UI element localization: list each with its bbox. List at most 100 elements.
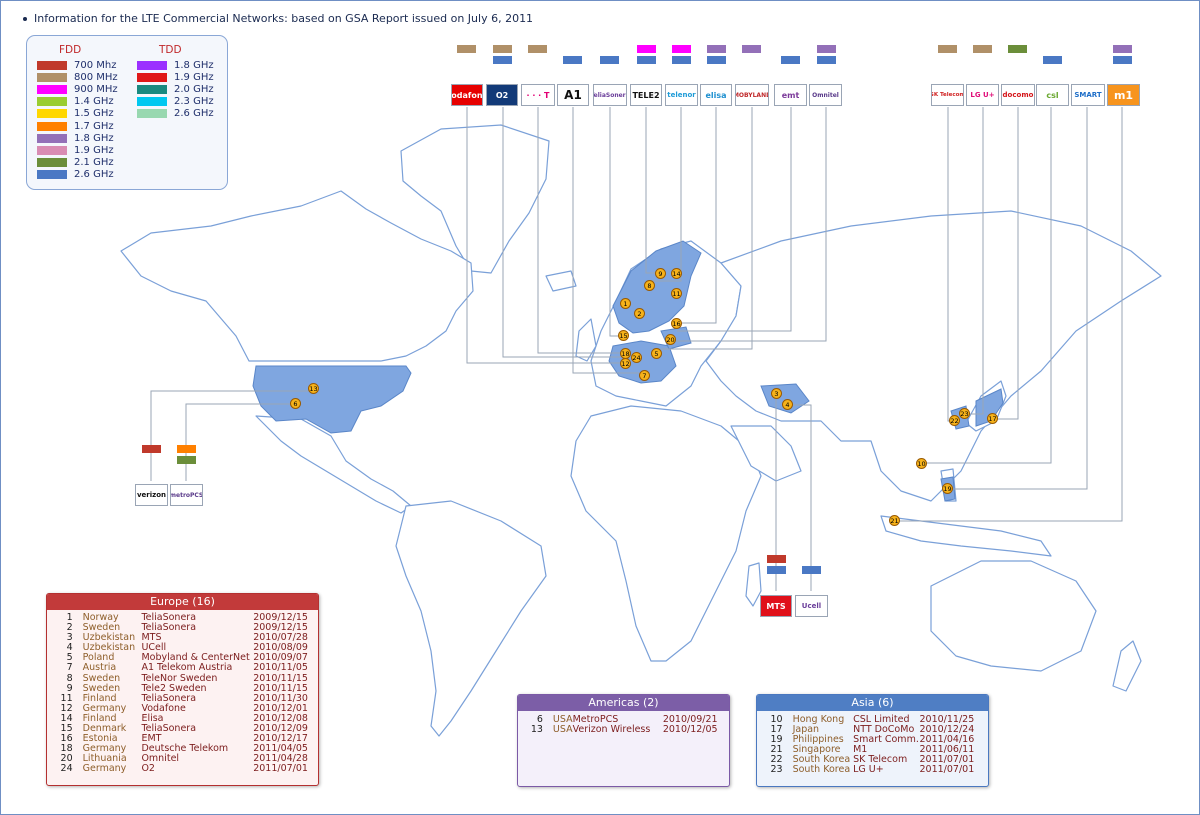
legend-label: 700 Mhz	[74, 59, 117, 71]
legend-label: 2.6 GHz	[174, 108, 214, 120]
tdd-legend-title: TDD	[159, 44, 182, 56]
network-pin: 9	[655, 268, 666, 279]
landmass-africa	[570, 405, 762, 662]
docomo-logo: docomo	[1001, 84, 1035, 106]
americas-table-body: 6 USA MetroPCS 2010/09/21 13 USA Verizon Wirel…	[518, 711, 729, 739]
network-pin: 7	[639, 370, 650, 381]
europe-table-title: Europe (16)	[47, 594, 318, 610]
network-pin: 18	[620, 348, 631, 359]
network-pin: 21	[889, 515, 900, 526]
band-tag-2600mhz	[817, 56, 836, 64]
row-operator: Verizon Wireless	[572, 724, 651, 736]
band-tag-800mhz	[493, 45, 512, 53]
color-swatch	[37, 133, 67, 143]
band-tag-1700mhz	[177, 445, 196, 453]
band-tag-2100mhz	[1008, 45, 1027, 53]
tdd-legend-item: 2.3 GHz	[137, 96, 214, 108]
sktelecom-logo: SK Telecom	[931, 84, 964, 106]
network-pin: 4	[782, 399, 793, 410]
americas-table: Americas (2) 6 USA MetroPCS 2010/09/21 13 USA…	[517, 694, 730, 787]
band-tag-2600mhz	[637, 56, 656, 64]
color-swatch	[37, 97, 67, 107]
fdd-legend-item: 1.7 GHz	[37, 120, 118, 132]
network-pin: 10	[916, 458, 927, 469]
fdd-legend-item: 900 MHz	[37, 83, 118, 95]
tdd-legend-item: 2.0 GHz	[137, 83, 214, 95]
row-operator: Omnitel	[141, 753, 180, 765]
band-tag-1800mhz	[707, 45, 726, 53]
asia-table-title: Asia (6)	[757, 695, 988, 711]
network-pin: 5	[651, 348, 662, 359]
color-swatch	[37, 121, 67, 131]
network-pin: 24	[631, 352, 642, 363]
table-row: 13 USA Verizon Wireless 2010/12/05	[526, 724, 723, 736]
row-country: USA	[552, 724, 573, 736]
legend-label: 1.9 GHz	[174, 71, 214, 83]
asia-table: Asia (6) 10 Hong Kong CSL Limited 2010/11/2…	[756, 694, 989, 787]
landmass-australia	[930, 560, 1097, 672]
fdd-legend: FDD 700 Mhz 800 MHz 900 MHz 1.4 GHz 1.5 GHz 1…	[37, 44, 118, 181]
legend-label: 1.8 GHz	[174, 59, 214, 71]
legend-label: 2.6 GHz	[74, 169, 114, 181]
band-tag-2600mhz	[802, 566, 821, 574]
network-pin: 8	[644, 280, 655, 291]
asia-table-body: 10 Hong Kong CSL Limited 2010/11/25 17 Japan N…	[757, 711, 988, 780]
tdd-legend-item: 1.8 GHz	[137, 59, 214, 71]
legend-label: 1.5 GHz	[74, 108, 114, 120]
fdd-legend-item: 1.8 GHz	[37, 132, 118, 144]
fdd-legend-item: 2.1 GHz	[37, 157, 118, 169]
band-tag-2600mhz	[563, 56, 582, 64]
color-swatch	[137, 109, 167, 119]
verizon-logo: verizon	[135, 484, 168, 506]
landmass-indonesia	[880, 515, 1052, 557]
network-pin: 16	[671, 318, 682, 329]
network-pin: 17	[987, 413, 998, 424]
band-tag-2600mhz	[1113, 56, 1132, 64]
legend-label: 900 MHz	[74, 83, 118, 95]
network-pin: 20	[665, 334, 676, 345]
lte-map-figure: Information for the LTE Commercial Netwo…	[0, 0, 1200, 815]
fdd-legend-item: 1.5 GHz	[37, 108, 118, 120]
fdd-legend-item: 2.6 GHz	[37, 169, 118, 181]
a1-logo: A1	[557, 84, 589, 106]
legend-label: 2.0 GHz	[174, 83, 214, 95]
landmass-new-zealand	[1112, 640, 1142, 692]
band-tag-2600mhz	[707, 56, 726, 64]
band-tag-1800mhz	[1113, 45, 1132, 53]
legend-label: 1.8 GHz	[74, 132, 114, 144]
fdd-legend-item: 1.9 GHz	[37, 144, 118, 156]
m1-logo: m1	[1107, 84, 1140, 106]
color-swatch	[37, 145, 67, 155]
telekom-logo: · · · T	[521, 84, 555, 106]
metropcs-logo: metroPCS	[170, 484, 203, 506]
row-number: 23	[770, 764, 783, 776]
color-swatch	[137, 97, 167, 107]
network-pin: 6	[290, 398, 301, 409]
mobyland-logo: MOBYLAND	[735, 84, 769, 106]
band-tag-2600mhz	[493, 56, 512, 64]
smart-logo: SMART	[1071, 84, 1105, 106]
color-swatch	[137, 72, 167, 82]
ucell-logo: Ucell	[795, 595, 828, 617]
tdd-legend-item: 2.6 GHz	[137, 108, 214, 120]
tele2-logo: TELE2	[630, 84, 662, 106]
frequency-legend: FDD 700 Mhz 800 MHz 900 MHz 1.4 GHz 1.5 GHz 1…	[26, 35, 228, 190]
band-tag-800mhz	[938, 45, 957, 53]
fdd-legend-list: 700 Mhz 800 MHz 900 MHz 1.4 GHz 1.5 GHz 1.7 G…	[37, 59, 118, 181]
network-pin: 3	[771, 388, 782, 399]
band-tag-800mhz	[528, 45, 547, 53]
band-tag-900mhz	[672, 45, 691, 53]
color-swatch	[37, 170, 67, 180]
color-swatch	[137, 84, 167, 94]
europe-table-body: 1 Norway TeliaSonera 2009/12/15 2 Sweden Telia…	[47, 610, 318, 779]
network-pin: 22	[949, 415, 960, 426]
elisa-logo: elisa	[700, 84, 732, 106]
row-number: 24	[60, 763, 73, 775]
table-row: 23 South Korea LG U+ 2011/07/01	[765, 765, 982, 775]
row-date: 2010/12/05	[662, 724, 718, 736]
connector-tele2	[645, 107, 659, 274]
landmass-iceland	[545, 270, 577, 292]
band-tag-900mhz	[637, 45, 656, 53]
connector-ucell	[789, 404, 812, 591]
band-tag-2600mhz	[600, 56, 619, 64]
